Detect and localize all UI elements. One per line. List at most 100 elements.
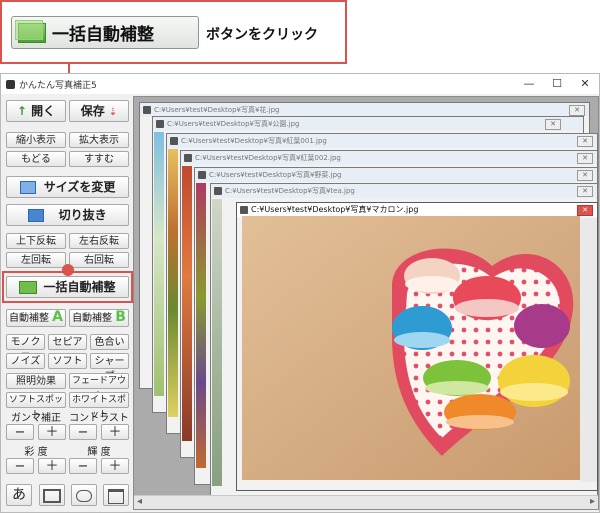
save-arrow-icon: ⇣	[108, 107, 118, 118]
scroll-left-icon[interactable]: ◂	[137, 496, 142, 507]
text-tool-button[interactable]: あ	[6, 484, 32, 506]
mono-button[interactable]: モノクロ	[6, 334, 45, 363]
callout-text: ボタンをクリック	[206, 27, 318, 43]
gamma-plus-button[interactable]: ＋	[38, 424, 66, 440]
doc-icon	[156, 120, 164, 128]
doc-title: C:¥Users¥test¥Desktop¥写真¥紅葉002.jpg	[181, 151, 597, 165]
crop-icon	[28, 209, 45, 222]
rotate-right-button[interactable]: 右回転	[69, 252, 129, 268]
redo-button[interactable]: すすむ	[69, 151, 129, 167]
sepia-button[interactable]: セピア	[48, 334, 87, 350]
auto-adjust-a-button[interactable]: 自動補整 A	[6, 309, 66, 327]
doc-title: C:¥Users¥test¥Desktop¥写真¥野菜.jpg	[195, 168, 597, 182]
auto-a-mark: A	[52, 309, 64, 325]
speech-bubble-button[interactable]	[71, 484, 97, 506]
photo-thumbnail-autumn1	[168, 149, 178, 417]
callout-button-label: 一括自動補整	[52, 25, 154, 45]
instruction-callout: 一括自動補整 ボタンをクリック	[0, 0, 347, 64]
gamma-label: ガンマ補正	[11, 413, 61, 424]
shrink-button[interactable]: 縮小表示	[6, 132, 66, 148]
save-button[interactable]: 保存 ⇣	[69, 100, 129, 122]
fade-out-button[interactable]: フェードアウト	[69, 373, 129, 401]
auto-adjust-icon	[15, 19, 46, 43]
doc-icon	[198, 171, 206, 179]
noise-button[interactable]: ノイズ	[6, 353, 45, 369]
app-icon	[6, 79, 15, 89]
flip-horizontal-button[interactable]: 左右反転	[69, 233, 129, 249]
lighting-button[interactable]: 照明効果	[6, 373, 66, 389]
saturation-minus-button[interactable]: −	[6, 458, 34, 474]
horizontal-scrollbar[interactable]: ◂ ▸	[134, 495, 598, 509]
doc-icon	[143, 106, 151, 114]
resize-label: サイズを変更	[43, 180, 116, 194]
enlarge-button[interactable]: 拡大表示	[69, 132, 129, 148]
doc-title: C:¥Users¥test¥Desktop¥写真¥紅葉001.jpg	[167, 134, 597, 148]
auto-adjust-all-button[interactable]: 一括自動補整	[6, 276, 129, 298]
auto-b-mark: B	[115, 309, 126, 325]
photo-thumbnail-vegetables	[196, 183, 206, 468]
maximize-button[interactable]: ☐	[543, 74, 571, 94]
macaron-photo	[242, 216, 580, 480]
doc-title: C:¥Users¥test¥Desktop¥写真¥公園.jpg	[153, 117, 583, 131]
brightness-minus-button[interactable]: −	[69, 458, 97, 474]
frame-icon	[43, 489, 61, 503]
save-label: 保存	[80, 104, 105, 118]
brightness-label: 輝 度	[87, 447, 111, 458]
brightness-plus-button[interactable]: ＋	[101, 458, 129, 474]
contrast-plus-button[interactable]: ＋	[101, 424, 129, 440]
open-arrow-icon: ↑	[16, 104, 27, 118]
photo-thumbnail-tea	[212, 199, 222, 486]
doc-icon	[170, 137, 178, 145]
contrast-label: コントラスト	[69, 413, 129, 424]
scroll-right-icon[interactable]: ▸	[590, 496, 595, 507]
auto-adjust-icon	[19, 280, 38, 294]
open-label: 開く	[31, 104, 56, 118]
doc-title: C:¥Users¥test¥Desktop¥写真¥花.jpg	[140, 103, 589, 117]
doc-close-icon[interactable]: ✕	[577, 136, 593, 147]
doc-close-icon[interactable]: ✕	[545, 119, 561, 130]
close-button[interactable]: ✕	[571, 74, 599, 94]
auto-adjust-b-button[interactable]: 自動補整 B	[69, 309, 129, 327]
doc-icon	[184, 154, 192, 162]
sharp-button[interactable]: シャープ	[90, 353, 129, 382]
active-doc-close-icon[interactable]: ✕	[577, 205, 593, 216]
auto-b-label: 自動補整	[72, 313, 113, 324]
open-button[interactable]: ↑ 開く	[6, 100, 66, 122]
saturation-label: 彩 度	[24, 447, 48, 458]
resize-button[interactable]: サイズを変更	[6, 176, 129, 198]
speech-bubble-icon	[76, 490, 92, 502]
vertical-scrollbar[interactable]	[580, 218, 597, 482]
doc-icon	[240, 206, 248, 214]
saturation-plus-button[interactable]: ＋	[38, 458, 66, 474]
window-title: かんたん写真補正5	[19, 80, 97, 91]
white-spot-button[interactable]: ホワイトスポット	[69, 392, 129, 420]
rotate-left-button[interactable]: 左回転	[6, 252, 66, 268]
flip-vertical-button[interactable]: 上下反転	[6, 233, 66, 249]
color-tone-button[interactable]: 色合い	[90, 334, 129, 350]
undo-button[interactable]: もどる	[6, 151, 66, 167]
soft-button[interactable]: ソフト	[48, 353, 87, 369]
gamma-minus-button[interactable]: −	[6, 424, 34, 440]
doc-close-icon[interactable]: ✕	[577, 153, 593, 164]
title-bar: かんたん写真補正5 — ☐ ✕	[1, 74, 599, 94]
auto-a-label: 自動補整	[8, 313, 49, 324]
date-stamp-button[interactable]	[103, 484, 129, 506]
calendar-icon	[108, 489, 124, 504]
doc-icon	[214, 187, 222, 195]
auto-adjust-all-label: 一括自動補整	[43, 279, 116, 294]
soft-spot-button[interactable]: ソフトスポット	[6, 392, 66, 420]
macaron-photo-drawing	[242, 216, 580, 480]
crop-label: 切り抜き	[58, 208, 107, 222]
resize-icon	[19, 181, 36, 194]
doc-close-icon[interactable]: ✕	[577, 170, 593, 181]
crop-button[interactable]: 切り抜き	[6, 204, 129, 226]
contrast-minus-button[interactable]: −	[69, 424, 97, 440]
active-doc-title: C:¥Users¥test¥Desktop¥写真¥マカロン.jpg	[237, 203, 597, 217]
callout-dot	[62, 264, 74, 276]
doc-title: C:¥Users¥test¥Desktop¥写真¥tea.jpg	[211, 184, 597, 198]
doc-close-icon[interactable]: ✕	[577, 186, 593, 197]
doc-close-icon[interactable]: ✕	[569, 105, 585, 116]
frame-button[interactable]	[39, 484, 65, 506]
minimize-button[interactable]: —	[515, 74, 543, 94]
photo-thumbnail-autumn2	[182, 166, 192, 441]
